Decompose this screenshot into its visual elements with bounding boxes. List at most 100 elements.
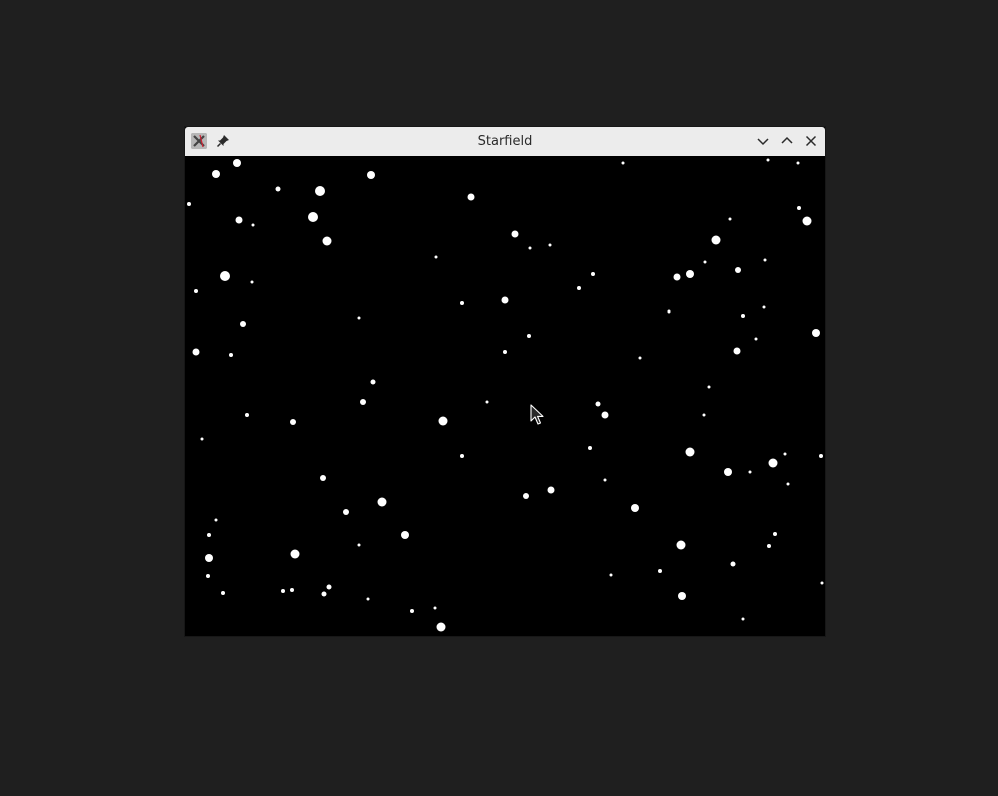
chevron-up-icon[interactable]: [779, 133, 795, 149]
star: [275, 186, 281, 192]
mouse-cursor-icon: [530, 404, 544, 425]
star: [820, 581, 824, 585]
star: [547, 486, 555, 494]
star: [207, 533, 211, 537]
star: [511, 230, 519, 238]
star: [370, 379, 376, 385]
close-icon[interactable]: [803, 133, 819, 149]
star: [366, 597, 370, 601]
star: [523, 493, 529, 499]
star: [588, 446, 592, 450]
star: [609, 573, 613, 577]
star: [638, 356, 642, 360]
star: [187, 202, 191, 206]
star: [748, 470, 752, 474]
star: [357, 316, 361, 320]
star: [410, 609, 414, 613]
star: [281, 589, 285, 593]
star: [673, 273, 681, 281]
star: [401, 531, 409, 539]
star: [250, 280, 254, 284]
star: [205, 554, 213, 562]
star: [527, 334, 531, 338]
star: [754, 337, 758, 341]
star: [686, 270, 694, 278]
star: [802, 216, 812, 226]
star: [773, 532, 777, 536]
star: [703, 260, 707, 264]
star: [768, 458, 778, 468]
star: [591, 272, 595, 276]
star: [796, 161, 800, 165]
star: [601, 411, 609, 419]
star: [786, 482, 790, 486]
star: [735, 267, 741, 273]
star: [360, 399, 366, 405]
star: [485, 400, 489, 404]
star: [308, 212, 318, 222]
chevron-down-icon[interactable]: [755, 133, 771, 149]
star: [763, 258, 767, 262]
titlebar[interactable]: Starfield: [185, 127, 825, 156]
star: [783, 452, 787, 456]
star: [290, 549, 300, 559]
star: [595, 401, 601, 407]
star: [730, 561, 736, 567]
star: [229, 353, 233, 357]
star: [467, 193, 475, 201]
star: [724, 468, 732, 476]
star: [436, 622, 446, 632]
star: [702, 413, 706, 417]
star: [707, 385, 711, 389]
star: [741, 314, 745, 318]
star: [433, 606, 437, 610]
star: [621, 161, 625, 165]
star: [377, 497, 387, 507]
star: [235, 216, 243, 224]
star: [434, 255, 438, 259]
star: [767, 544, 771, 548]
star: [290, 419, 296, 425]
star: [233, 159, 241, 167]
star: [528, 246, 532, 250]
star: [206, 574, 210, 578]
star: [322, 236, 332, 246]
star: [797, 206, 801, 210]
star: [685, 447, 695, 457]
star: [733, 347, 741, 355]
star: [438, 416, 448, 426]
star: [357, 543, 361, 547]
star: [501, 296, 509, 304]
star: [603, 478, 607, 482]
star: [548, 243, 552, 247]
star: [812, 329, 820, 337]
star: [460, 301, 464, 305]
star: [503, 350, 507, 354]
star: [762, 305, 766, 309]
star: [214, 518, 218, 522]
star: [326, 584, 332, 590]
starfield-stars: [187, 158, 824, 632]
star: [658, 569, 662, 573]
star: [245, 413, 249, 417]
star: [577, 286, 581, 290]
star: [819, 454, 823, 458]
star: [320, 475, 326, 481]
star: [741, 617, 745, 621]
star: [212, 170, 220, 178]
star: [343, 509, 349, 515]
star: [728, 217, 732, 221]
star: [290, 588, 294, 592]
star: [240, 321, 246, 327]
starfield-window: Starfield: [185, 127, 825, 636]
star: [766, 158, 770, 162]
star: [194, 289, 198, 293]
star: [631, 504, 639, 512]
star: [678, 592, 686, 600]
starfield-canvas[interactable]: [185, 156, 825, 636]
star: [460, 454, 464, 458]
star: [315, 186, 325, 196]
star: [192, 348, 200, 356]
star: [221, 591, 225, 595]
star: [367, 171, 375, 179]
